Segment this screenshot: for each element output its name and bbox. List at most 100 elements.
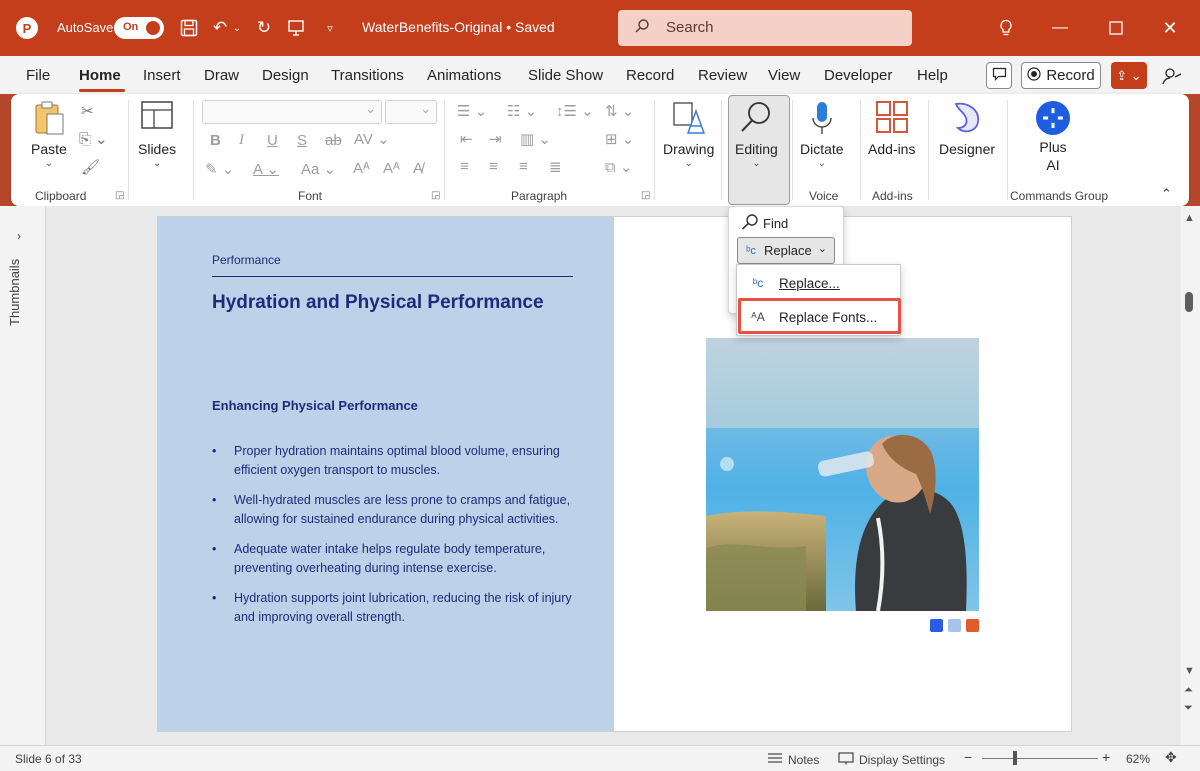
character-spacing-icon[interactable]: AV ⌄ xyxy=(354,130,390,148)
vertical-scrollbar[interactable]: ▲ ▼ ⏶ ⏷ xyxy=(1181,206,1200,745)
share-button[interactable]: ⇪ ⌄ xyxy=(1111,62,1147,89)
smartart-icon[interactable]: ⧉ ⌄ xyxy=(605,158,632,176)
justify-icon[interactable]: ≣ xyxy=(549,158,562,176)
previous-slide-icon[interactable]: ⏶ xyxy=(1184,684,1193,697)
scroll-up-icon[interactable]: ▲ xyxy=(1184,212,1195,224)
notes-button[interactable]: Notes xyxy=(767,752,819,767)
strikethrough-icon[interactable]: ab xyxy=(325,132,342,149)
drawing-button[interactable]: Drawing ⌄ xyxy=(663,100,714,169)
zoom-in-icon[interactable]: + xyxy=(1102,749,1110,765)
increase-indent-icon[interactable]: ⇥ xyxy=(489,130,502,148)
designer-button[interactable]: Designer xyxy=(939,100,995,158)
tab-draw[interactable]: Draw xyxy=(204,67,239,84)
change-case-icon[interactable]: Aa ⌄ xyxy=(301,160,336,178)
bold-icon[interactable]: B xyxy=(210,132,221,149)
align-left-icon[interactable]: ≡ xyxy=(460,158,469,175)
italic-icon[interactable]: I xyxy=(239,132,244,149)
shadow-icon[interactable]: S xyxy=(297,132,307,149)
format-painter-icon[interactable]: 🖌 xyxy=(81,158,100,176)
slides-button[interactable]: Slides ⌄ xyxy=(138,100,176,169)
scroll-down-icon[interactable]: ▼ xyxy=(1184,665,1195,677)
dictate-label: Dictate xyxy=(800,141,844,157)
record-button[interactable]: Record xyxy=(1021,62,1101,89)
display-settings-button[interactable]: Display Settings xyxy=(838,752,945,768)
copilot-icon[interactable] xyxy=(1158,62,1186,89)
clipboard-launcher-icon[interactable]: ◲ xyxy=(115,190,124,201)
replace-menu-item[interactable]: ᵇc Replace... xyxy=(737,266,902,300)
tab-record[interactable]: Record xyxy=(626,67,674,84)
font-name-dropdown[interactable] xyxy=(202,100,382,124)
zoom-slider-thumb[interactable] xyxy=(1013,751,1017,765)
align-text-icon[interactable]: ⊞ ⌄ xyxy=(605,130,634,148)
align-center-icon[interactable]: ≡ xyxy=(489,158,498,175)
tab-slide-show[interactable]: Slide Show xyxy=(528,67,603,84)
slide-subtitle[interactable]: Enhancing Physical Performance xyxy=(212,398,418,413)
slide-title[interactable]: Hydration and Physical Performance xyxy=(212,292,544,314)
tab-design[interactable]: Design xyxy=(262,67,309,84)
paragraph-launcher-icon[interactable]: ◲ xyxy=(641,190,650,201)
collapse-ribbon-icon[interactable]: ⌃ xyxy=(1161,186,1172,202)
close-icon[interactable]: ✕ xyxy=(1156,14,1184,42)
font-color-icon[interactable]: A ⌄ xyxy=(253,160,279,178)
tab-file[interactable]: File xyxy=(26,67,50,84)
underline-icon[interactable]: U xyxy=(267,132,278,149)
decrease-indent-icon[interactable]: ⇤ xyxy=(460,130,473,148)
columns-icon[interactable]: ▥ ⌄ xyxy=(520,130,551,148)
copy-icon[interactable]: ⎘ ⌄ xyxy=(79,130,108,148)
minimize-icon[interactable]: — xyxy=(1046,14,1074,42)
tab-insert[interactable]: Insert xyxy=(143,67,181,84)
numbering-icon[interactable]: ☷ ⌄ xyxy=(507,102,537,120)
undo-icon[interactable]: ↶ xyxy=(208,16,232,40)
tab-home[interactable]: Home xyxy=(79,67,121,84)
present-icon[interactable] xyxy=(284,16,308,40)
paste-button[interactable]: Paste ⌄ xyxy=(31,100,67,169)
decrease-font-icon[interactable]: Aᴬ xyxy=(383,160,400,177)
expand-thumbnails-icon[interactable]: › xyxy=(17,229,21,243)
redo-icon[interactable]: ↻ xyxy=(252,16,276,40)
tab-animations[interactable]: Animations xyxy=(427,67,501,84)
font-launcher-icon[interactable]: ◲ xyxy=(431,190,440,201)
font-size-dropdown[interactable] xyxy=(385,100,437,124)
thumbnails-pane[interactable]: › Thumbnails xyxy=(0,206,46,745)
dictate-button[interactable]: Dictate ⌄ xyxy=(800,100,844,169)
scroll-thumb[interactable] xyxy=(1185,292,1193,312)
comments-button[interactable] xyxy=(986,62,1012,89)
increase-font-icon[interactable]: Aᴬ xyxy=(353,160,370,177)
lightbulb-icon[interactable] xyxy=(992,14,1020,42)
tab-developer[interactable]: Developer xyxy=(824,67,892,84)
tab-view[interactable]: View xyxy=(768,67,800,84)
plus-ai-button[interactable]: Plus AI xyxy=(1035,100,1071,174)
autosave-toggle[interactable]: On xyxy=(114,17,164,39)
tab-review[interactable]: Review xyxy=(698,67,747,84)
maximize-icon[interactable] xyxy=(1102,14,1130,42)
editing-button-content[interactable]: Editing ⌄ xyxy=(735,100,778,169)
zoom-percentage[interactable]: 62% xyxy=(1126,752,1150,766)
find-magnifier-icon xyxy=(738,100,774,140)
undo-dropdown-icon[interactable]: ⌄ xyxy=(230,16,244,40)
replace-dropdown-chevron-icon[interactable]: ⌄ xyxy=(818,242,827,255)
bullet-item: Adequate water intake helps regulate bod… xyxy=(212,540,572,578)
align-right-icon[interactable]: ≡ xyxy=(519,158,528,175)
bullets-icon[interactable]: ☰ ⌄ xyxy=(457,102,487,120)
addins-button[interactable]: Add-ins xyxy=(868,100,915,158)
zoom-out-icon[interactable]: − xyxy=(964,749,972,765)
search-box[interactable]: Search xyxy=(618,10,912,46)
text-direction-icon[interactable]: ⇅ ⌄ xyxy=(605,102,634,120)
fit-to-window-icon[interactable]: ✥ xyxy=(1165,749,1177,766)
zoom-slider[interactable] xyxy=(982,758,1098,759)
clear-formatting-icon[interactable]: A̸ xyxy=(413,160,423,177)
line-spacing-icon[interactable]: ↕☰ ⌄ xyxy=(556,102,594,120)
tab-transitions[interactable]: Transitions xyxy=(331,67,404,84)
find-menu-item[interactable]: Find xyxy=(741,214,788,233)
tab-help[interactable]: Help xyxy=(917,67,948,84)
highlight-color-icon[interactable]: ✎ ⌄ xyxy=(205,160,234,178)
slide-photo-woman-drinking-water[interactable] xyxy=(706,338,979,611)
cut-icon[interactable]: ✂ xyxy=(81,102,94,120)
slide-bullet-list[interactable]: Proper hydration maintains optimal blood… xyxy=(212,442,572,638)
next-slide-icon[interactable]: ⏷ xyxy=(1184,702,1193,715)
save-icon[interactable] xyxy=(177,16,201,40)
replace-split-button[interactable]: ᵇc Replace ⌄ xyxy=(737,237,835,264)
slide-kicker[interactable]: Performance xyxy=(212,253,281,267)
slide-canvas[interactable]: Performance Hydration and Physical Perfo… xyxy=(158,217,1071,731)
customize-toolbar-icon[interactable]: ▿ xyxy=(318,16,342,40)
